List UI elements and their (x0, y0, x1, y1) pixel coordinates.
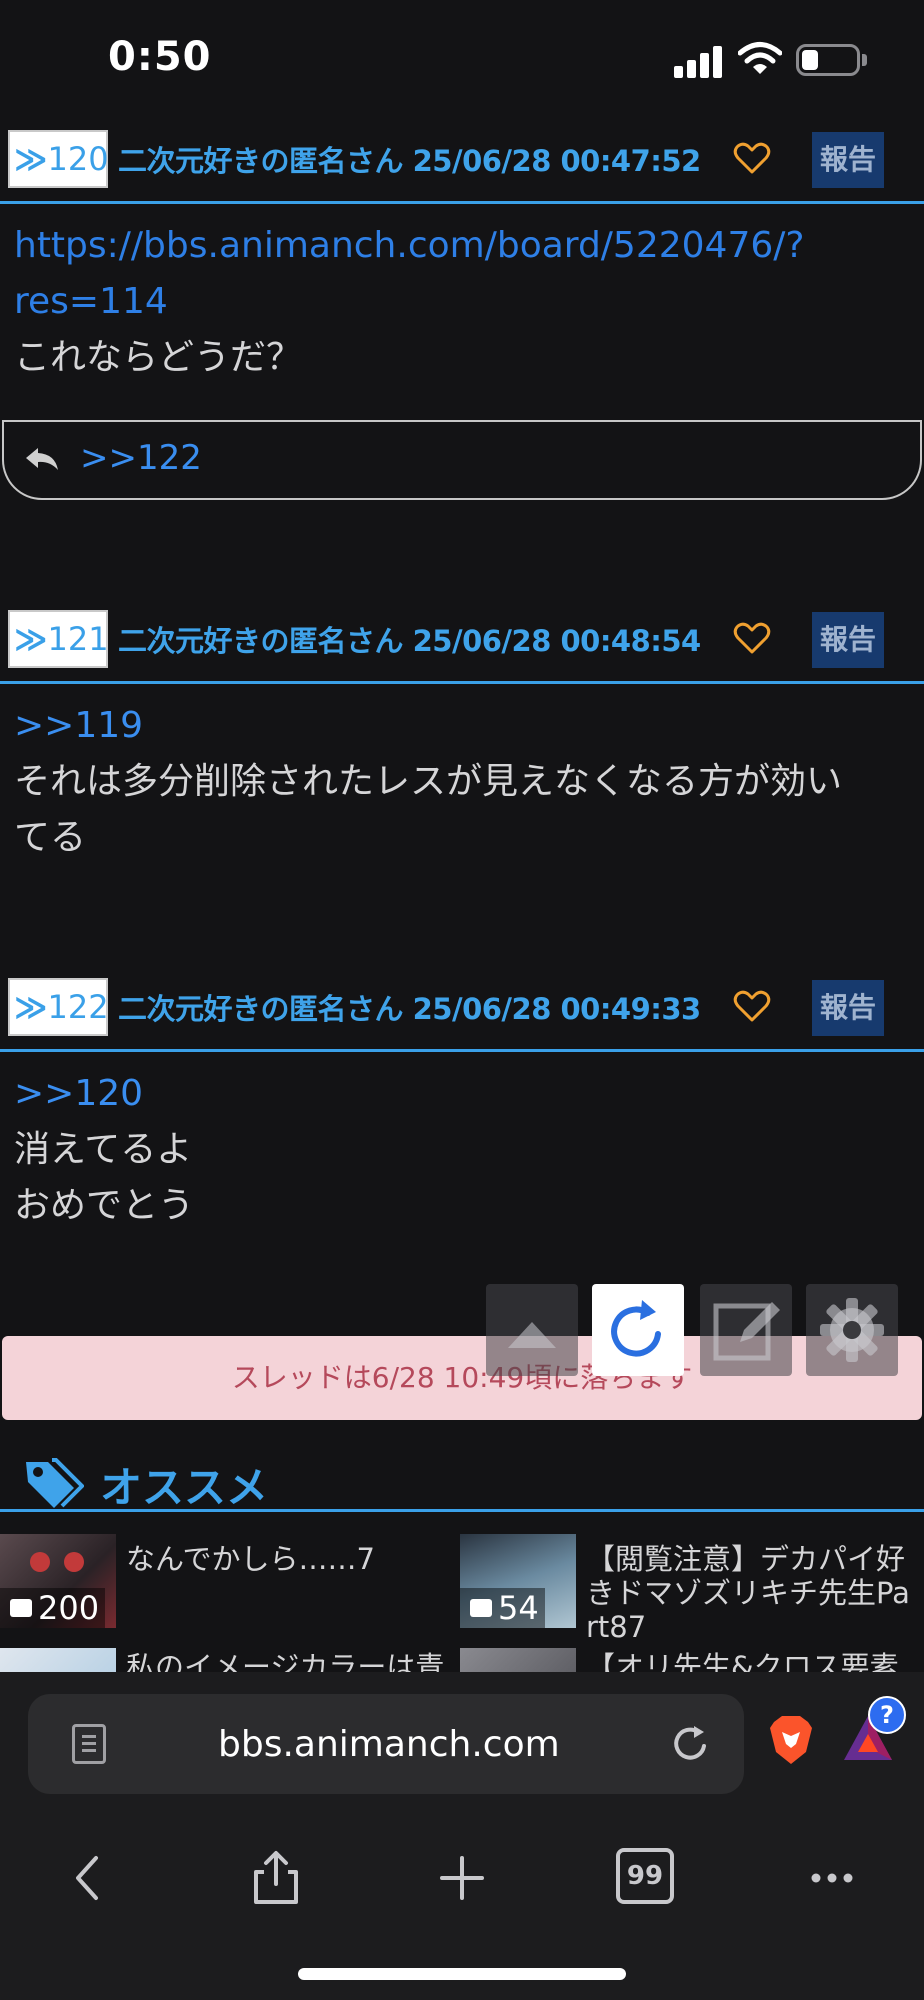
post-body: https://bbs.animanch.com/board/5220476/?… (14, 218, 805, 386)
recommend-item[interactable]: 54 【閲覧注意】デカパイ好 きドマゾズリキチ先生Pa rt87 (460, 1534, 924, 1644)
thumbnail (0, 1648, 116, 1672)
report-button[interactable]: 報告 (812, 980, 884, 1036)
res-number-button[interactable]: ≫121 (8, 610, 109, 668)
res-number-button[interactable]: ≫120 (8, 130, 109, 188)
report-button[interactable]: 報告 (812, 612, 884, 668)
recommend-title-text: なんでかしら……7 (126, 1542, 376, 1576)
post-text: てる (14, 817, 87, 858)
status-bar: 0:50 (0, 0, 924, 118)
url-text: bbs.animanch.com (218, 1724, 560, 1765)
post-header: ≫121 二次元好きの匿名さん 25/06/28 00:48:54 報告 (0, 596, 924, 684)
post-header: ≫122 二次元好きの匿名さん 25/06/28 00:49:33 報告 (0, 964, 924, 1052)
battery-tip (862, 54, 867, 66)
poster-info: 二次元好きの匿名さん 25/06/28 00:49:33 (118, 992, 701, 1026)
reply-link[interactable]: >>122 (80, 438, 202, 478)
post-text: おめでとう (14, 1185, 195, 1226)
anchor-link[interactable]: >>119 (14, 698, 842, 754)
post-text: 消えてるよ (14, 1129, 193, 1170)
gear-icon (820, 1298, 884, 1362)
new-tab-icon[interactable] (432, 1848, 492, 1908)
scroll-up-icon (508, 1322, 556, 1348)
recommend-title-text: 【閲覧注意】デカパイ好 きドマゾズリキチ先生Pa rt87 (586, 1542, 910, 1644)
recommend-title-text: 私のイメージカラーは青 (126, 1650, 445, 1672)
home-indicator (298, 1968, 626, 1980)
share-icon[interactable] (246, 1848, 306, 1908)
post-link[interactable]: https://bbs.animanch.com/board/5220476/?… (14, 218, 805, 330)
back-icon[interactable] (60, 1848, 120, 1908)
more-icon[interactable] (802, 1848, 862, 1908)
tabs-button[interactable]: 99 (616, 1848, 674, 1904)
notification-badge: ? (868, 1696, 906, 1734)
heart-icon[interactable] (732, 618, 772, 658)
heart-icon[interactable] (732, 986, 772, 1026)
anchor-link[interactable]: >>120 (14, 1066, 194, 1122)
report-button[interactable]: 報告 (812, 132, 884, 188)
res-number-button[interactable]: ≫122 (8, 978, 109, 1036)
status-time: 0:50 (108, 34, 212, 80)
post-body: >>119 それは多分削除されたレスが見えなくなる方が効い てる (14, 698, 842, 866)
post-header: ≫120 二次元好きの匿名さん 25/06/28 00:47:52 報告 (0, 116, 924, 204)
signal-icon (674, 42, 724, 78)
reply-bar[interactable]: >>122 (2, 420, 922, 500)
address-bar[interactable]: bbs.animanch.com (28, 1694, 744, 1794)
comment-count: 200 (0, 1588, 106, 1628)
recommend-item[interactable]: 【オリ先生&クロス要素 (460, 1648, 924, 1672)
post-text: これならどうだ？ (14, 337, 303, 378)
recommend-header: オススメ (0, 1450, 924, 1512)
recommend-list: 200 なんでかしら……7 54 【閲覧注意】デカパイ好 きドマゾズリキチ先生P… (0, 1534, 924, 1672)
poster-info: 二次元好きの匿名さん 25/06/28 00:48:54 (118, 624, 701, 658)
tag-icon (26, 1458, 84, 1508)
browser-toolbar: bbs.animanch.com ? 99 (0, 1672, 924, 2000)
battery-icon (796, 44, 860, 76)
brave-shield-icon[interactable] (768, 1714, 814, 1766)
write-button[interactable] (700, 1284, 792, 1376)
scroll-up-button[interactable] (486, 1284, 578, 1376)
recommend-title: オススメ (100, 1463, 269, 1512)
settings-button[interactable] (806, 1284, 898, 1376)
recommend-item[interactable]: 200 なんでかしら……7 (0, 1534, 450, 1634)
post-text: それは多分削除されたレスが見えなくなる方が効い (14, 761, 843, 802)
reply-arrow-icon (26, 448, 58, 470)
reload-icon[interactable] (668, 1722, 712, 1766)
recommend-title-text: 【オリ先生&クロス要素 (586, 1650, 899, 1672)
post-body: >>120 消えてるよ おめでとう (14, 1066, 194, 1234)
heart-icon[interactable] (732, 138, 772, 178)
poster-info: 二次元好きの匿名さん 25/06/28 00:47:52 (118, 144, 701, 178)
reload-button[interactable] (592, 1284, 684, 1376)
page-icon[interactable] (72, 1724, 106, 1764)
recommend-item[interactable]: 私のイメージカラーは青 (0, 1648, 450, 1672)
edit-icon (713, 1302, 780, 1361)
thumbnail: 54 (460, 1534, 576, 1628)
reload-icon (611, 1300, 661, 1357)
thumbnail: 200 (0, 1534, 116, 1628)
wifi-icon (738, 42, 782, 74)
comment-count: 54 (460, 1588, 545, 1628)
thumbnail (460, 1648, 576, 1672)
